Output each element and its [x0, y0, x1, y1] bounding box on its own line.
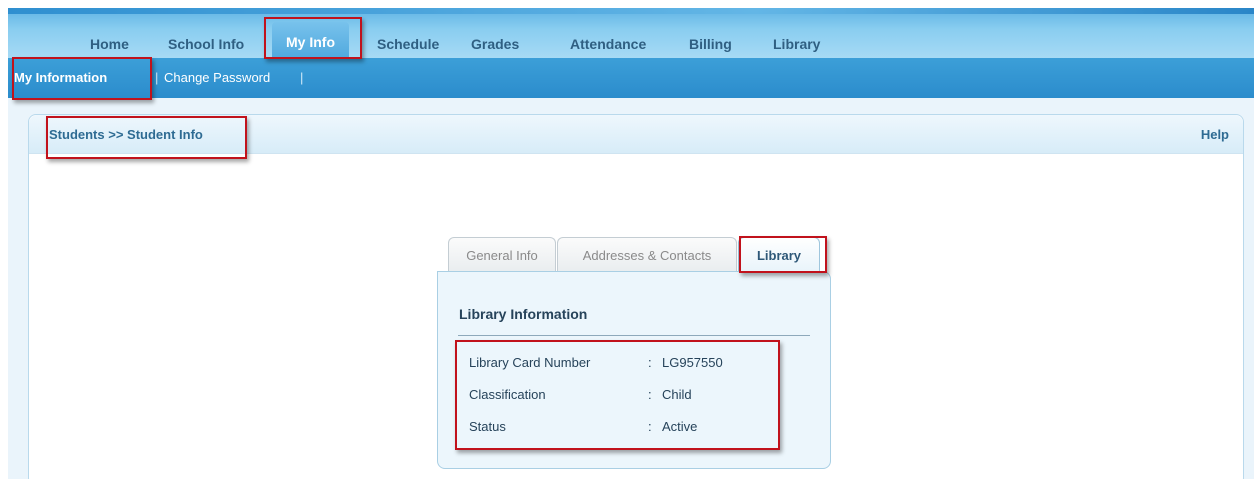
top-accent-strip — [8, 8, 1254, 14]
help-link[interactable]: Help — [1201, 127, 1229, 142]
subnav-separator: | — [300, 70, 304, 85]
highlight-my-information — [12, 57, 152, 100]
library-information-title: Library Information — [459, 306, 588, 322]
tab-general-info[interactable]: General Info — [448, 237, 556, 272]
nav-library[interactable]: Library — [773, 36, 820, 52]
nav-attendance[interactable]: Attendance — [570, 36, 646, 52]
subnav-separator: | — [155, 70, 159, 85]
subnav-change-password[interactable]: Change Password — [164, 70, 270, 85]
title-divider — [458, 335, 810, 336]
highlight-my-info-tab — [264, 17, 362, 59]
nav-billing[interactable]: Billing — [689, 36, 732, 52]
nav-school-info[interactable]: School Info — [168, 36, 244, 52]
top-navigation: Home School Info My Info Schedule Grades… — [8, 8, 1254, 64]
sub-navigation: My Information | Change Password | — [8, 58, 1254, 98]
nav-grades[interactable]: Grades — [471, 36, 519, 52]
highlight-breadcrumb — [46, 116, 247, 159]
nav-schedule[interactable]: Schedule — [377, 36, 439, 52]
highlight-library-tab — [739, 236, 827, 273]
highlight-library-details — [455, 340, 780, 450]
nav-home[interactable]: Home — [90, 36, 129, 52]
student-portal-page: Home School Info My Info Schedule Grades… — [0, 0, 1254, 479]
tab-addresses-contacts[interactable]: Addresses & Contacts — [557, 237, 737, 272]
